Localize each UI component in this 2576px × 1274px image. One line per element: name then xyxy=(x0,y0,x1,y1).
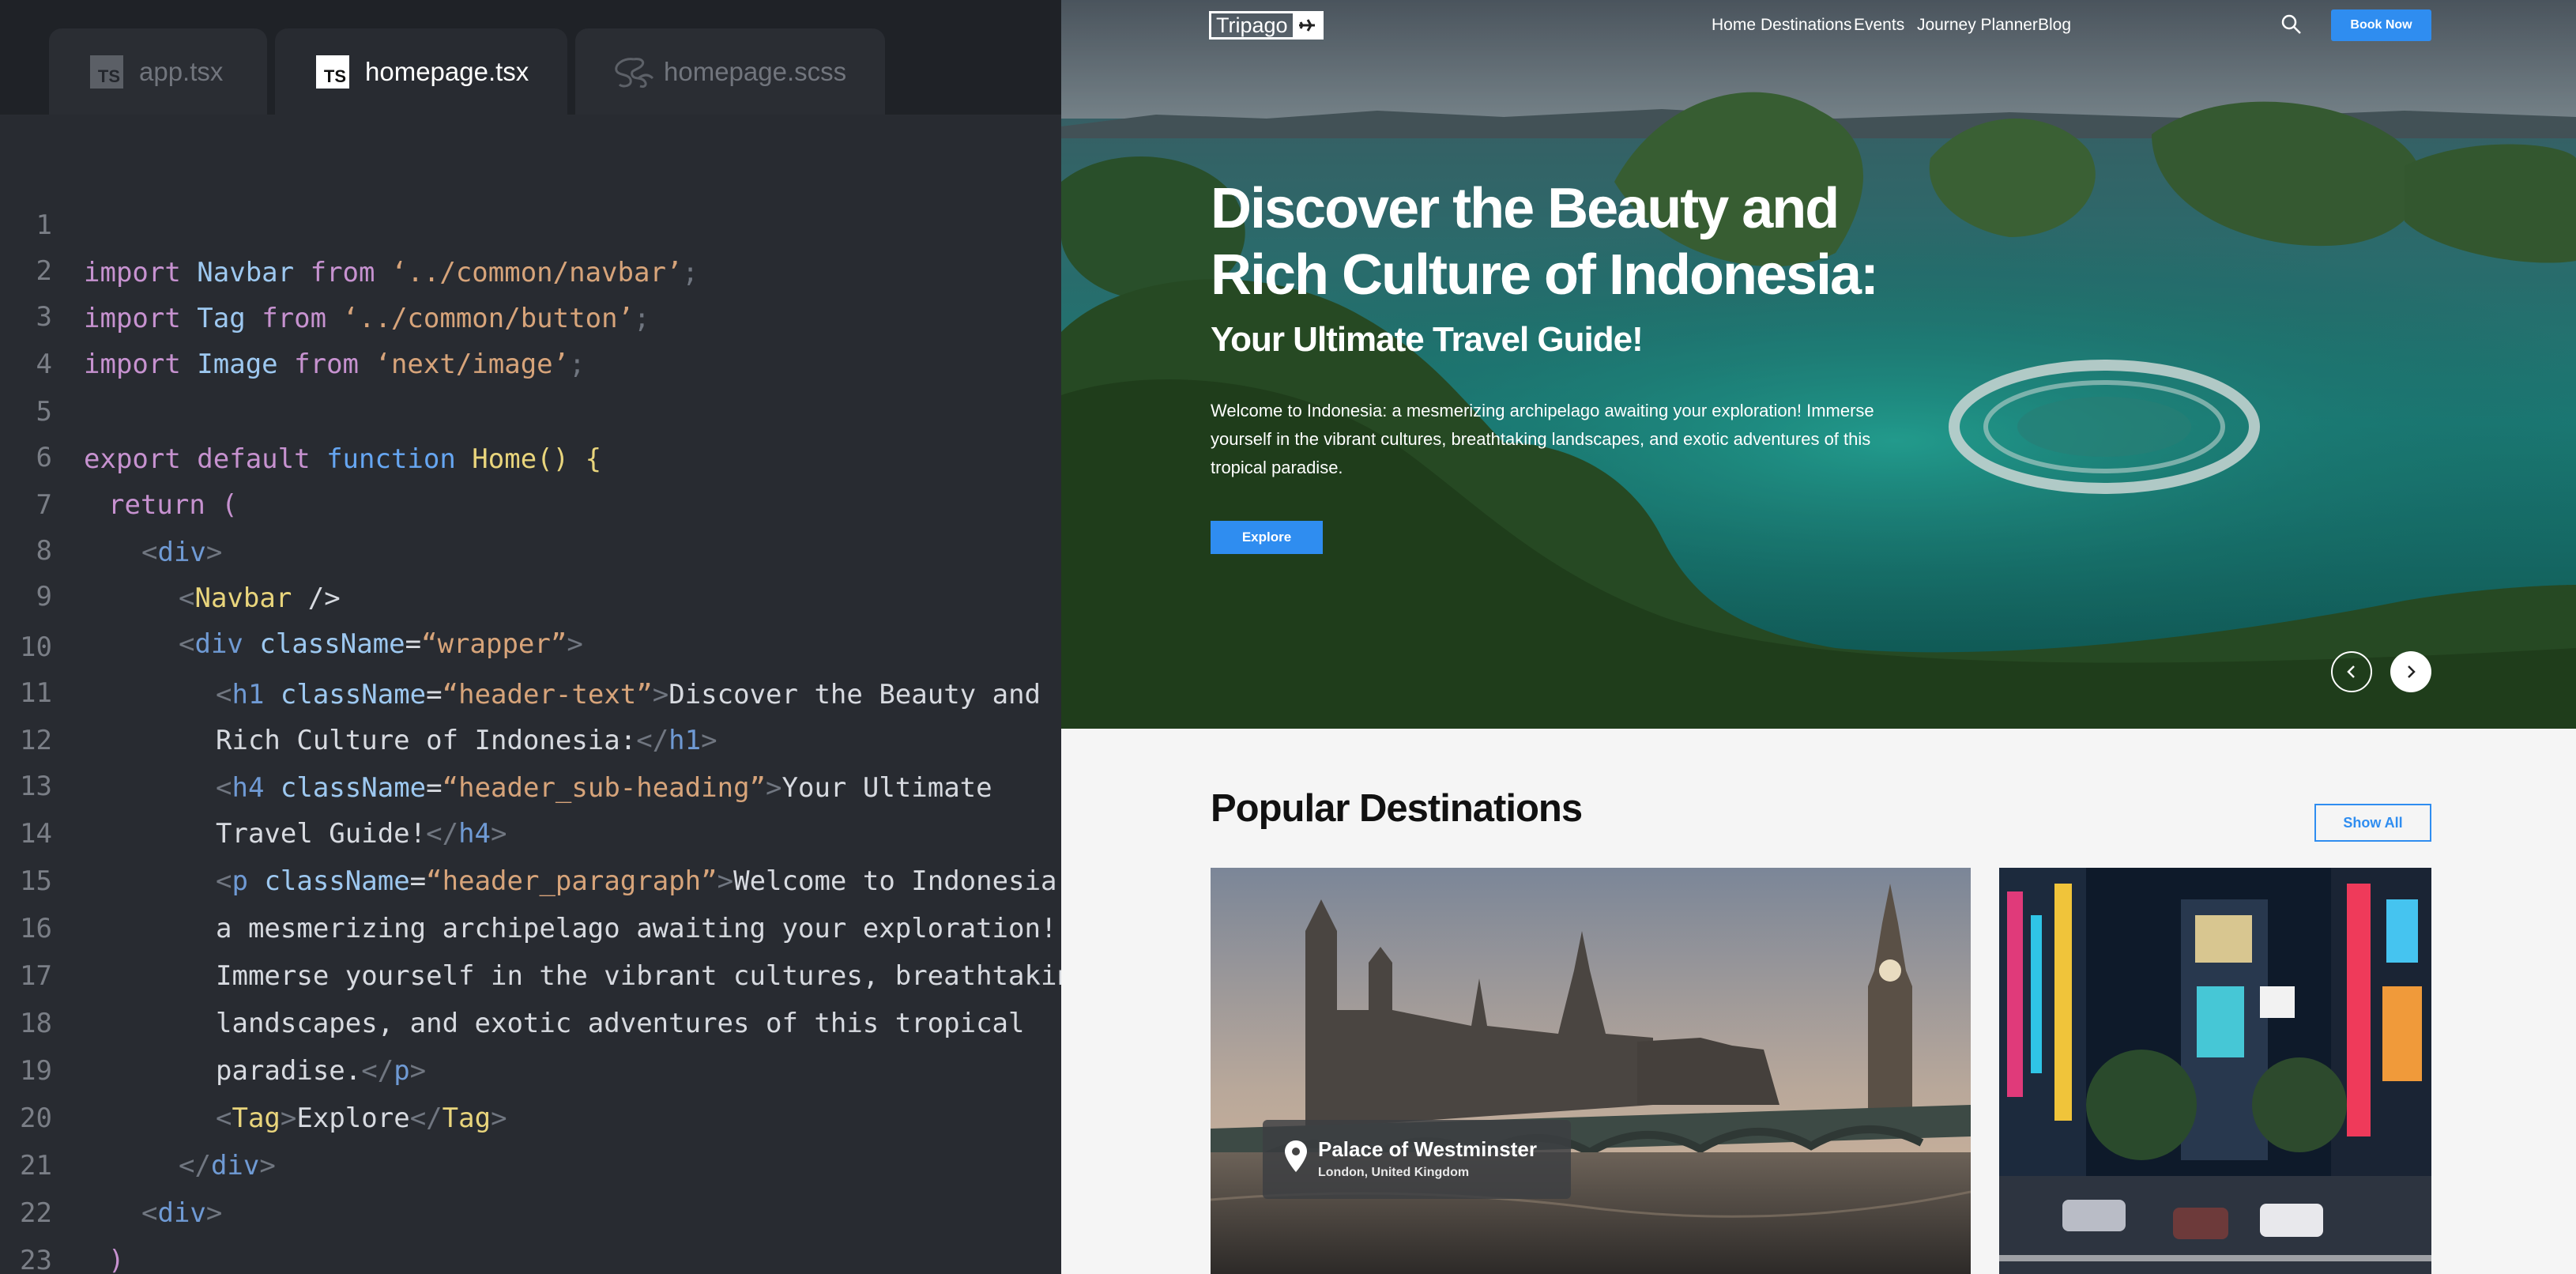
tab-label: homepage.tsx xyxy=(365,56,529,86)
tab-label: homepage.scss xyxy=(664,56,847,86)
code-line: 19 <Tag>Explore</Tag> xyxy=(20,1055,507,1134)
code-line: 11 Rich Culture of Indonesia:</h1> xyxy=(20,677,717,756)
code-line: 2 import Tag from ‘../common/button’; xyxy=(36,255,650,334)
destination-name: Palace of Westminster xyxy=(1318,1137,1537,1161)
code-line: 4 xyxy=(36,349,52,380)
typescript-icon: TS xyxy=(316,55,349,89)
code-line: 3 import Image from ‘next/image’; xyxy=(36,301,586,380)
code-line: 20 </div> xyxy=(20,1102,276,1182)
plane-icon xyxy=(1292,13,1321,37)
code-line: 23 } xyxy=(20,1245,52,1274)
section-title: Popular Destinations xyxy=(1211,787,1583,830)
code-line: 5 export default function Home() { xyxy=(36,396,602,475)
code-line: 6 return ( xyxy=(36,442,238,521)
code-line: 13 Travel Guide!</h4> xyxy=(20,771,507,850)
code-line: 18 paradise.</p> xyxy=(20,1008,427,1087)
hero-title: Discover the Beauty and Rich Culture of … xyxy=(1211,177,1879,307)
destination-card[interactable] xyxy=(1999,868,2431,1274)
destination-card[interactable]: Palace of Westminster London, United Kin… xyxy=(1211,868,1971,1274)
site-logo[interactable]: Tripago xyxy=(1209,11,1324,40)
explore-button[interactable]: Explore xyxy=(1211,521,1323,554)
westminster-image xyxy=(1211,868,1971,1274)
code-line: 16 Immerse yourself in the vibrant cultu… xyxy=(20,913,1061,992)
hero-section: Tripago Home Destinations Events Journey… xyxy=(1061,0,2576,729)
search-icon[interactable] xyxy=(2280,13,2303,36)
nav-link-destinations[interactable]: Destinations xyxy=(1761,16,1852,35)
sass-icon xyxy=(615,57,654,88)
code-line: 10 <h1 className=“header-text”>Discover … xyxy=(20,631,1041,710)
show-all-button[interactable]: Show All xyxy=(2314,804,2431,842)
tokyo-street-image xyxy=(1999,868,2431,1274)
location-pin-icon xyxy=(1285,1140,1307,1172)
editor-tab-bar: TS app.tsx TS homepage.tsx homepage.scss xyxy=(0,0,1061,115)
code-editor[interactable]: TS app.tsx TS homepage.tsx homepage.scss… xyxy=(0,0,1061,1274)
tab-label: app.tsx xyxy=(139,56,224,86)
code-line: 8 <Navbar /> xyxy=(36,535,341,614)
nav-link-events[interactable]: Events xyxy=(1854,16,1904,35)
chevron-right-icon xyxy=(2408,665,2416,678)
tab-app-tsx[interactable]: TS app.tsx xyxy=(49,28,267,115)
code-line: 14 <p className=“header_paragraph”>Welco… xyxy=(20,818,1061,897)
nav-link-home[interactable]: Home xyxy=(1712,16,1756,35)
typescript-icon: TS xyxy=(90,55,123,89)
hero-background-image xyxy=(1061,0,2576,729)
code-line: 15 a mesmerizing archipelago awaiting yo… xyxy=(20,865,1057,944)
book-now-button[interactable]: Book Now xyxy=(2331,9,2431,41)
website-preview: Tripago Home Destinations Events Journey… xyxy=(1061,0,2576,1274)
code-line: 1 import Navbar from ‘../common/navbar’; xyxy=(36,209,699,288)
location-badge: Palace of Westminster London, United Kin… xyxy=(1263,1120,1571,1199)
code-line: 17 landscapes, and exotic adventures of … xyxy=(20,960,1025,1039)
tab-homepage-scss[interactable]: homepage.scss xyxy=(575,28,885,115)
hero-paragraph: Welcome to Indonesia: a mesmerizing arch… xyxy=(1211,401,1874,477)
code-line: 21 <div> xyxy=(20,1150,223,1229)
code-line: 12 <h4 className=“header_sub-heading”>Yo… xyxy=(20,725,992,804)
nav-link-journey-planner[interactable]: Journey Planner xyxy=(1917,16,2038,35)
carousel-next-button[interactable] xyxy=(2390,651,2431,692)
nav-link-blog[interactable]: Blog xyxy=(2038,16,2071,35)
destination-location: London, United Kingdom xyxy=(1318,1166,1470,1179)
code-line: 9 <div className=“wrapper”> xyxy=(36,581,583,660)
site-navbar: Tripago Home Destinations Events Journey… xyxy=(1061,0,2576,51)
hero-subtitle: Your Ultimate Travel Guide! xyxy=(1211,320,1644,359)
code-line: 7 <div> xyxy=(36,489,223,568)
tab-homepage-tsx[interactable]: TS homepage.tsx xyxy=(275,28,567,115)
chevron-left-icon xyxy=(2347,665,2355,678)
code-line: 22 ) xyxy=(20,1197,125,1274)
carousel-prev-button[interactable] xyxy=(2331,651,2372,692)
